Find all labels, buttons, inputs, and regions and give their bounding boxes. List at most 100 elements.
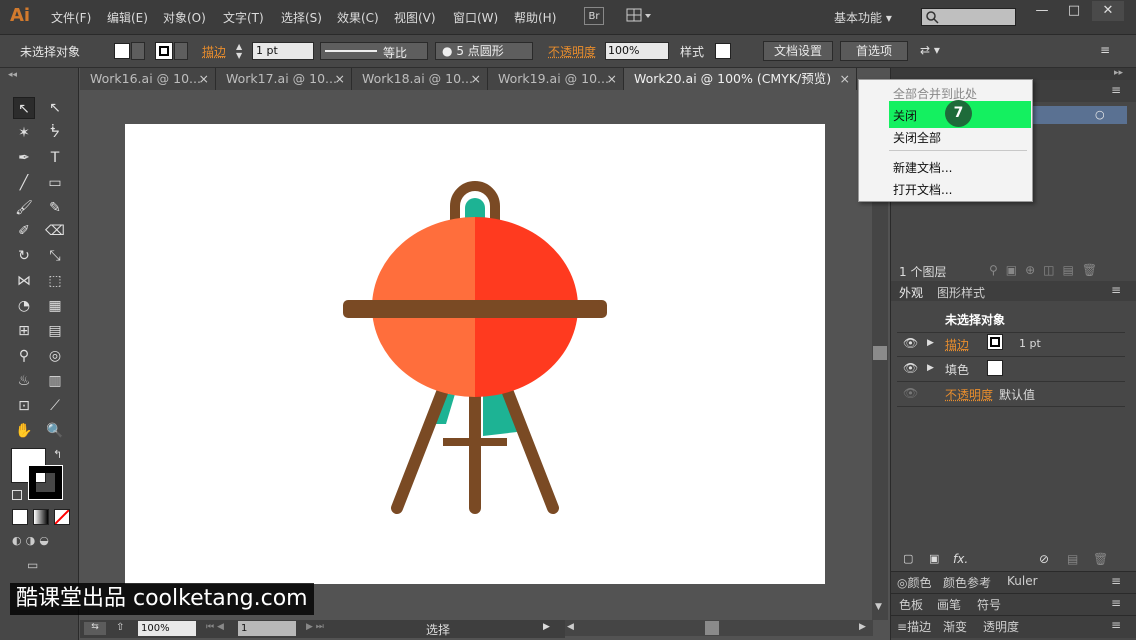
shape-builder-tool-icon[interactable]: ◔ (13, 295, 35, 317)
tab-appearance[interactable]: 外观 (899, 284, 923, 301)
tab-work17[interactable]: Work17.ai @ 10... × (216, 68, 352, 90)
stroke-swatch[interactable] (155, 42, 173, 60)
pencil-tool-icon[interactable]: ✎ (44, 197, 66, 219)
tab-color-guide[interactable]: 颜色参考 (943, 574, 991, 591)
menu-select[interactable]: 选择(S) (281, 9, 322, 26)
layers-menu-icon[interactable]: ≡ (1111, 83, 1121, 97)
default-colors-icon[interactable] (12, 490, 22, 500)
tab-work20[interactable]: Work20.ai @ 100% (CMYK/预览) × (624, 68, 857, 90)
collapse-icon[interactable]: ◂◂ (8, 70, 17, 80)
menu-type[interactable]: 文字(T) (223, 9, 264, 26)
direct-selection-tool-icon[interactable]: ↖ (44, 97, 66, 119)
fx-icon[interactable]: fx. (953, 552, 968, 566)
stroke-dropdown[interactable] (174, 42, 188, 60)
minimize-button[interactable]: — (1026, 1, 1058, 21)
menu-view[interactable]: 视图(V) (394, 9, 436, 26)
slice-tool-icon[interactable]: ⟋ (44, 395, 66, 417)
scroll-right-icon[interactable]: ▶ (859, 622, 866, 632)
current-tool-status[interactable]: 选择 (426, 621, 450, 638)
blend-tool-icon[interactable]: ◎ (44, 345, 66, 367)
pen-tool-icon[interactable]: ✒ (13, 147, 35, 169)
duplicate-item-icon[interactable]: ▤ (1067, 552, 1078, 566)
zoom-field[interactable]: 100% (138, 621, 196, 636)
brush-definition[interactable]: ● 5 点圆形 (435, 42, 533, 60)
control-menu-icon[interactable]: ≡ (1100, 43, 1110, 57)
layers-footer-icons[interactable]: ⚲▣⊕◫▤🗑 (989, 263, 1105, 277)
tab-stroke[interactable]: ≡描边 (897, 618, 931, 635)
h-scroll-thumb[interactable] (705, 621, 719, 635)
visibility-eye-icon[interactable]: 👁 (903, 386, 918, 400)
tab-symbols[interactable]: 符号 (977, 596, 1001, 613)
status-menu-icon[interactable]: ⇆ (84, 622, 106, 635)
next-artboard-icon[interactable]: ▶ ⏭ (306, 622, 324, 632)
visibility-eye-icon[interactable]: 👁 (903, 336, 918, 350)
stroke-menu-icon[interactable]: ≡ (1111, 618, 1121, 632)
scroll-left-icon[interactable]: ◀ (567, 622, 574, 632)
paintbrush-tool-icon[interactable]: 🖌 (13, 197, 35, 219)
fill-dropdown[interactable] (131, 42, 145, 60)
appearance-stroke-swatch[interactable] (987, 334, 1003, 350)
draw-modes-icon[interactable]: ◐◑◒ (12, 534, 68, 548)
stroke-weight-field[interactable]: 1 pt (252, 42, 314, 60)
horizontal-scrollbar[interactable]: ◀ ▶ (565, 620, 873, 636)
artboard-number-field[interactable]: 1 (238, 621, 296, 636)
menu-effect[interactable]: 效果(C) (337, 9, 379, 26)
rotate-tool-icon[interactable]: ↻ (13, 245, 35, 267)
eraser-tool-icon[interactable]: ⌫ (44, 220, 66, 242)
line-tool-icon[interactable]: ╱ (13, 172, 35, 194)
opacity-field[interactable]: 100% (605, 42, 669, 60)
type-tool-icon[interactable]: T (44, 147, 66, 169)
swatches-menu-icon[interactable]: ≡ (1111, 596, 1121, 610)
stroke-label[interactable]: 描边 (202, 43, 226, 60)
swap-colors-icon[interactable]: ↰ (53, 448, 62, 461)
hand-tool-icon[interactable]: ✋ (13, 420, 35, 442)
close-icon[interactable]: × (607, 68, 617, 90)
share-icon[interactable]: ⇧ (116, 622, 124, 633)
color-menu-icon[interactable]: ≡ (1111, 574, 1121, 588)
close-icon[interactable]: × (199, 68, 209, 90)
mesh-tool-icon[interactable]: ⊞ (13, 320, 35, 342)
column-graph-tool-icon[interactable]: ▥ (44, 370, 66, 392)
none-mode-icon[interactable] (54, 509, 70, 525)
selection-tool-icon[interactable]: ↖ (13, 97, 35, 119)
search-input[interactable] (921, 8, 1016, 26)
stroke-stepper[interactable]: ▲ ▼ (236, 42, 250, 60)
appearance-menu-icon[interactable]: ≡ (1111, 283, 1121, 297)
add-fill-icon[interactable]: ▣ (929, 552, 939, 565)
workspace-switcher[interactable]: 基本功能 ▾ (834, 9, 892, 26)
menu-close-all[interactable]: 关闭全部 (893, 129, 941, 146)
symbol-sprayer-tool-icon[interactable]: ♨ (13, 370, 35, 392)
menu-help[interactable]: 帮助(H) (514, 9, 556, 26)
lasso-tool-icon[interactable]: ᖭ (44, 122, 66, 144)
close-window-button[interactable]: ✕ (1092, 1, 1124, 21)
panel-expand-icon[interactable]: ▸▸ (1114, 68, 1123, 78)
tab-transparency[interactable]: 透明度 (983, 618, 1019, 635)
expand-triangle-icon[interactable]: ▶ (927, 338, 934, 348)
tab-work16[interactable]: Work16.ai @ 10... × (80, 68, 216, 90)
screen-mode-icon[interactable]: ▭ (27, 558, 47, 574)
tab-brushes[interactable]: 画笔 (937, 596, 961, 613)
stroke-color-box[interactable] (28, 465, 63, 500)
magic-wand-tool-icon[interactable]: ✶ (13, 122, 35, 144)
opacity-label[interactable]: 不透明度 (548, 43, 596, 60)
fill-swatch[interactable] (114, 43, 130, 59)
prev-artboard-icon[interactable]: ⏮ ◀ (206, 622, 224, 632)
clear-appearance-icon[interactable]: ⊘ (1039, 552, 1049, 566)
maximize-button[interactable]: □ (1058, 1, 1090, 21)
rectangle-tool-icon[interactable]: ▭ (44, 172, 66, 194)
eyedropper-tool-icon[interactable]: ⚲ (13, 345, 35, 367)
add-stroke-icon[interactable]: ▢ (903, 552, 913, 565)
tab-swatches[interactable]: 色板 (899, 596, 923, 613)
variable-width-profile[interactable]: 等比 (320, 42, 428, 60)
tab-gradient[interactable]: 渐变 (943, 618, 967, 635)
artboard[interactable] (125, 124, 825, 584)
artboard-tool-icon[interactable]: ⊡ (13, 395, 35, 417)
menu-open-document[interactable]: 打开文档... (893, 181, 952, 198)
gradient-tool-icon[interactable]: ▤ (44, 320, 66, 342)
scale-tool-icon[interactable]: ⤡ (44, 245, 66, 267)
layer-target-icon[interactable]: ○ (1095, 108, 1105, 121)
menu-close[interactable]: 关闭 (893, 107, 917, 124)
style-swatch[interactable] (715, 43, 731, 59)
arrange-documents-icon[interactable] (626, 8, 652, 24)
scroll-down-icon[interactable]: ▼ (875, 602, 882, 612)
